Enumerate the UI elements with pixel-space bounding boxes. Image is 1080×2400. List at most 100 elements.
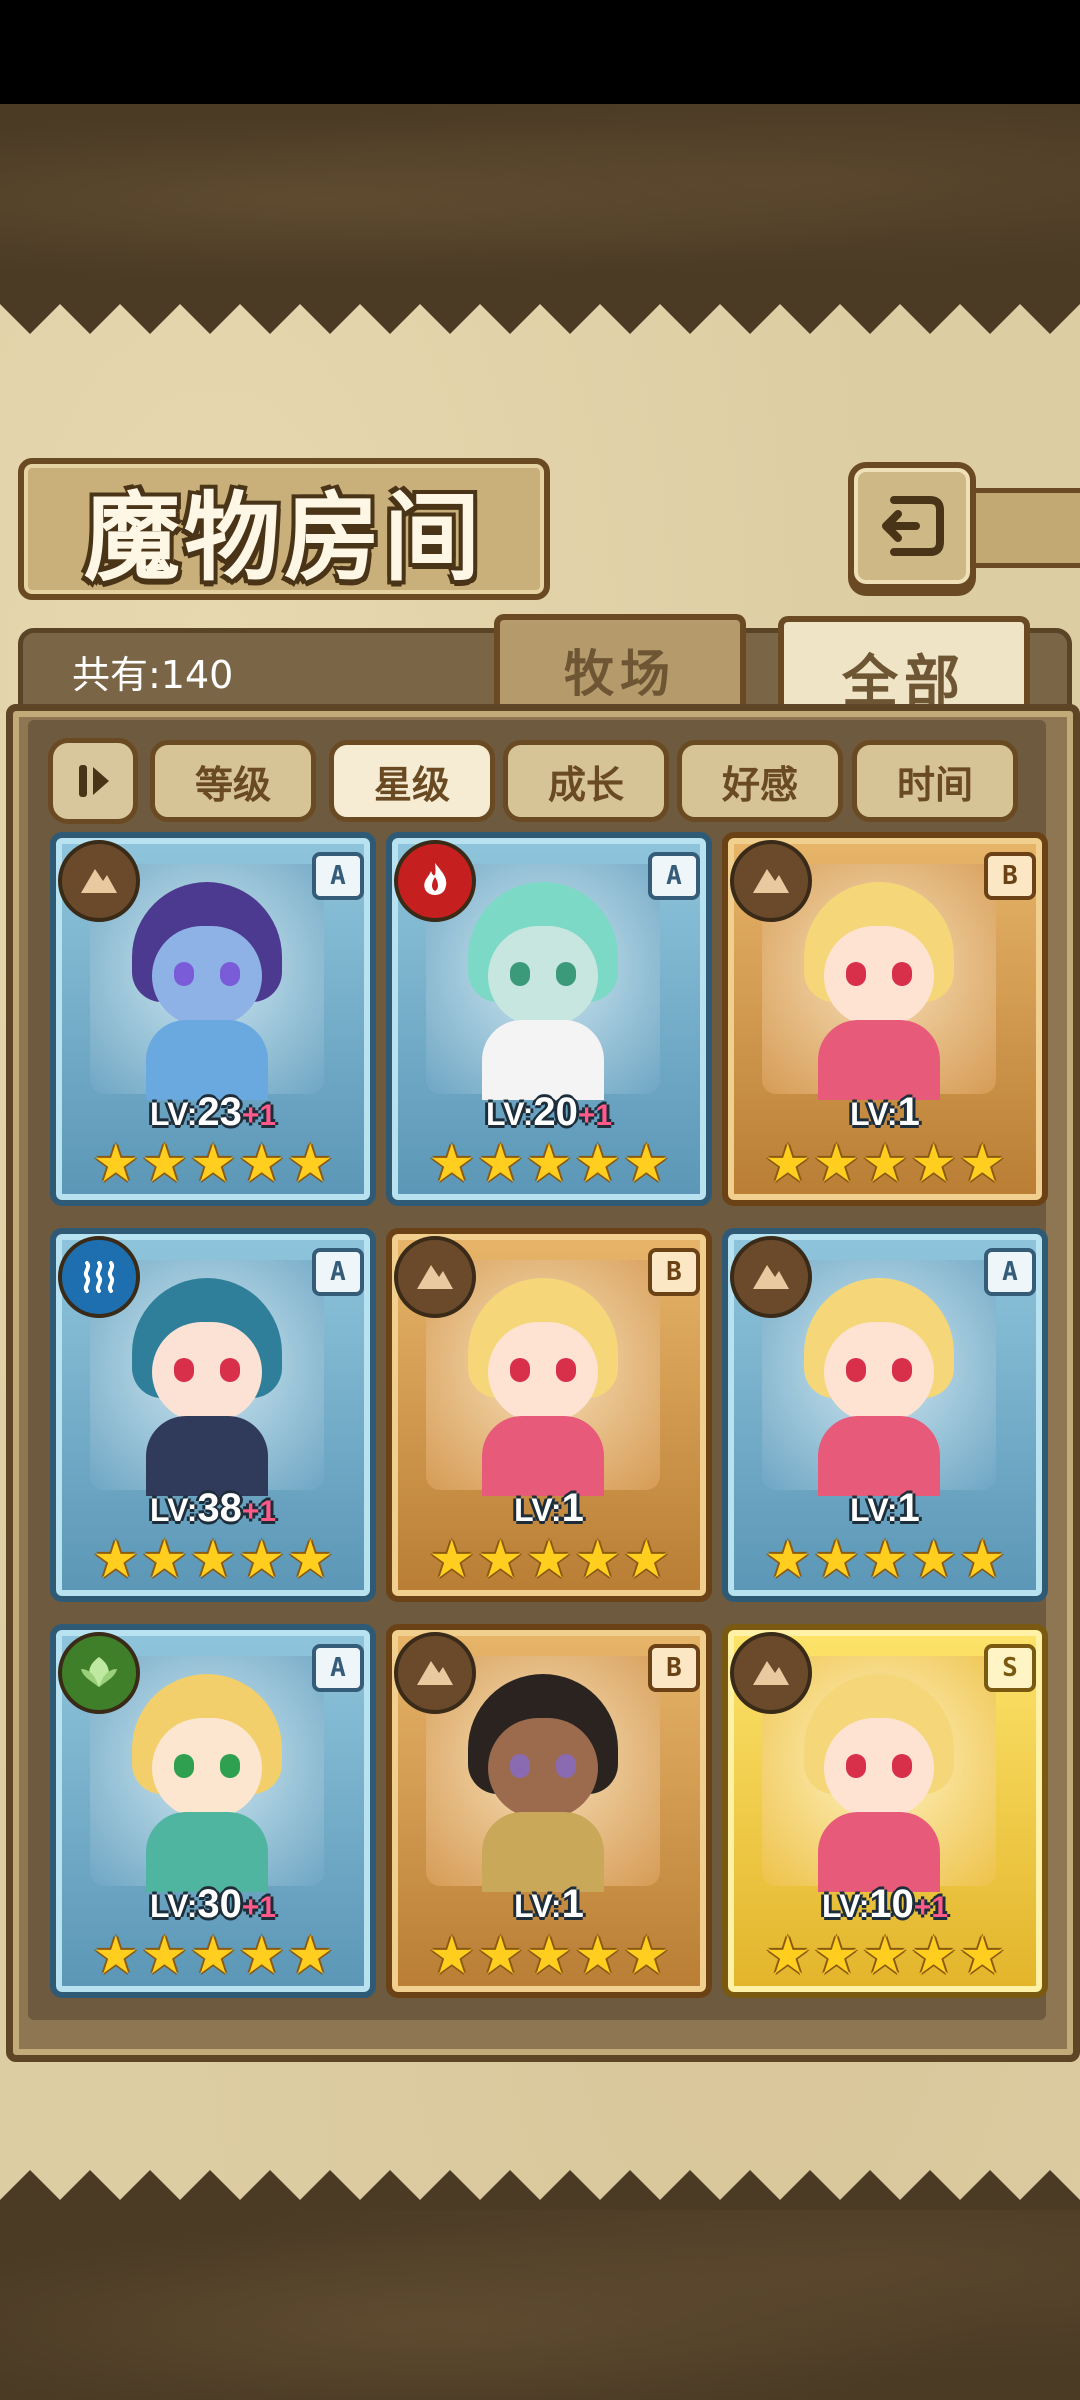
star-rating: ★ ★ ★ ★ ★ [392,1534,706,1586]
rank-badge: A [648,852,700,900]
monster-face [488,926,598,1026]
star-icon: ★ [477,1530,524,1590]
monster-face [824,1322,934,1422]
star-icon: ★ [286,1530,334,1590]
star-icon: ★ [189,1134,237,1194]
star-icon: ★ [958,1926,1006,1986]
star-rating: ★ ★ ★ ★ ★ [56,1138,370,1190]
monster-card[interactable]: B LV:1 ★ ★ ★ ★ ★ [386,1228,712,1602]
sort-by-growth-button[interactable]: 成长 [503,740,669,822]
monster-card[interactable]: A LV:30+1 ★ ★ ★ ★ ★ [50,1624,376,1998]
star-icon: ★ [574,1134,621,1194]
star-icon: ★ [238,1134,285,1194]
sort-order-toggle[interactable] [48,738,138,824]
level-value: 20 [533,1090,578,1134]
star-icon: ★ [910,1926,957,1986]
sort-order-toggle-icon [79,765,109,797]
monster-face [152,1718,262,1818]
monster-eye-right [556,962,576,986]
wind-element-icon [81,1657,117,1687]
monster-face [488,1718,598,1818]
monster-card[interactable]: B LV:1 ★ ★ ★ ★ ★ [722,832,1048,1206]
star-icon: ★ [141,1134,188,1194]
back-button-rail [966,488,1080,568]
star-icon: ★ [861,1926,909,1986]
monster-level: LV:10+1 [728,1882,1042,1927]
monster-body [482,1020,604,1100]
star-icon: ★ [958,1134,1006,1194]
monster-card[interactable]: B LV:1 ★ ★ ★ ★ ★ [386,1624,712,1998]
level-value: 38 [197,1486,242,1530]
level-prefix: LV: [850,1492,898,1528]
level-bonus: +1 [241,1099,277,1132]
star-icon: ★ [286,1134,334,1194]
monster-eye-left [174,962,194,986]
back-button[interactable] [848,462,976,590]
rank-badge: B [984,852,1036,900]
monster-eye-right [220,1754,240,1778]
element-badge [730,840,812,922]
monster-card[interactable]: A LV:38+1 ★ ★ ★ ★ ★ [50,1228,376,1602]
fire-element-icon [424,863,447,895]
star-icon: ★ [428,1926,476,1986]
star-icon: ★ [574,1926,621,1986]
star-icon: ★ [141,1530,188,1590]
level-prefix: LV: [514,1492,562,1528]
star-icon: ★ [92,1530,140,1590]
star-icon: ★ [141,1926,188,1986]
level-value: 23 [197,1090,242,1134]
monster-eye-right [892,1358,912,1382]
star-rating: ★ ★ ★ ★ ★ [728,1138,1042,1190]
star-icon: ★ [238,1926,285,1986]
element-badge [394,840,476,922]
earth-element-icon [417,1661,453,1685]
monster-count: 共有:140 [72,653,234,697]
star-icon: ★ [764,1530,812,1590]
rank-badge: B [648,1248,700,1296]
element-badge [394,1632,476,1714]
element-badge [58,840,140,922]
earth-element-icon [753,1661,789,1685]
monster-face [824,1718,934,1818]
sort-by-stars-button[interactable]: 星级 [329,740,495,822]
star-icon: ★ [92,1926,140,1986]
monster-face [152,1322,262,1422]
star-icon: ★ [910,1530,957,1590]
monster-card[interactable]: A LV:1 ★ ★ ★ ★ ★ [722,1228,1048,1602]
level-value: 1 [897,1486,920,1530]
monster-face [152,926,262,1026]
zigzag-border-top [0,294,1080,334]
sort-by-time-button[interactable]: 时间 [852,740,1018,822]
level-prefix: LV: [149,1888,198,1924]
monster-level: LV:38+1 [56,1486,370,1531]
level-bonus: +1 [913,1891,949,1924]
star-icon: ★ [958,1530,1006,1590]
level-value: 10 [869,1882,914,1926]
monster-eye-left [174,1754,194,1778]
star-rating: ★ ★ ★ ★ ★ [392,1930,706,1982]
element-badge [730,1632,812,1714]
level-prefix: LV: [485,1096,534,1132]
title-plate: 魔物房间 [18,458,550,600]
monster-level: LV:1 [392,1486,706,1531]
rank-badge: A [312,1644,364,1692]
monster-card[interactable]: A LV:23+1 ★ ★ ★ ★ ★ [50,832,376,1206]
monster-eye-left [510,962,530,986]
back-arrow-icon [882,496,944,556]
monster-eye-left [846,1754,866,1778]
level-value: 1 [897,1090,920,1134]
element-badge [730,1236,812,1318]
star-icon: ★ [764,1926,812,1986]
monster-card[interactable]: S LV:10+1 ★ ★ ★ ★ ★ [722,1624,1048,1998]
star-icon: ★ [574,1530,621,1590]
star-icon: ★ [428,1134,476,1194]
monster-face [488,1322,598,1422]
level-bonus: +1 [241,1891,277,1924]
monster-eye-left [846,1358,866,1382]
monster-card[interactable]: A LV:20+1 ★ ★ ★ ★ ★ [386,832,712,1206]
monster-level: LV:23+1 [56,1090,370,1135]
sort-by-level-button[interactable]: 等级 [150,740,316,822]
water-element-icon [83,1261,115,1293]
level-prefix: LV: [850,1096,898,1132]
sort-by-affection-button[interactable]: 好感 [677,740,843,822]
